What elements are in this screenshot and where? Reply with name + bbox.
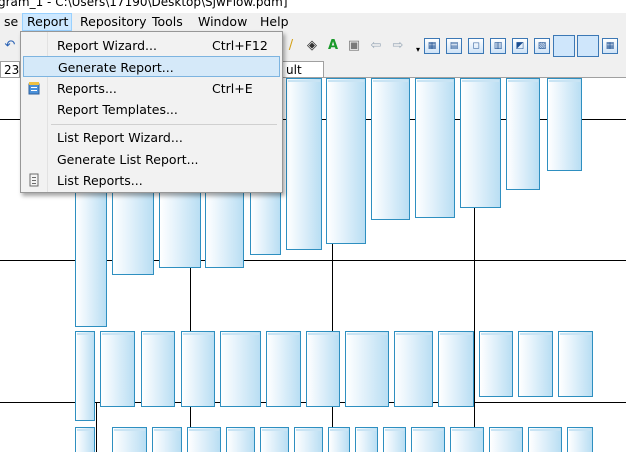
table-entity[interactable] — [479, 331, 513, 397]
text-icon[interactable]: A — [325, 38, 341, 54]
table-entity[interactable] — [411, 427, 445, 452]
table-entity[interactable] — [75, 331, 95, 421]
table-entity[interactable] — [226, 427, 255, 452]
table-entity[interactable] — [75, 427, 95, 452]
menu-item-list-report-wizard[interactable]: List Report Wizard... — [23, 127, 280, 148]
table-entity[interactable] — [547, 78, 582, 171]
table-entity[interactable] — [355, 427, 378, 452]
view9-icon[interactable]: ▦ — [602, 38, 618, 54]
table-entity[interactable] — [286, 78, 322, 250]
table-entity[interactable] — [489, 427, 523, 452]
view6-icon[interactable]: ▧ — [534, 38, 550, 54]
menu-item-list-reports[interactable]: List Reports... — [23, 170, 280, 191]
table-entity[interactable] — [558, 331, 593, 397]
view3-icon[interactable]: ◻ — [468, 38, 484, 54]
menu-item-label: Reports... — [57, 81, 117, 96]
menu-use[interactable]: se — [0, 13, 22, 31]
view8-icon[interactable] — [577, 35, 599, 57]
undo-icon[interactable]: ↶ — [2, 38, 18, 54]
menu-bar: se Report Repository Tools Window Help — [0, 13, 626, 31]
window-title: gram_1 - C:\Users\17190\Desktop\SjwFlow.… — [0, 0, 626, 13]
image-icon[interactable]: ▣ — [346, 38, 362, 54]
table-entity[interactable] — [220, 331, 261, 407]
menu-item-label: List Reports... — [57, 173, 143, 188]
table-entity[interactable] — [438, 331, 474, 407]
table-entity[interactable] — [460, 78, 501, 208]
menu-item-report-wizard[interactable]: Report Wizard... Ctrl+F12 — [23, 35, 280, 56]
forward-icon[interactable]: ⇨ — [390, 38, 406, 54]
table-entity[interactable] — [506, 78, 540, 190]
report-menu: Report Wizard... Ctrl+F12 Generate Repor… — [20, 31, 283, 193]
menu-item-label: Report Wizard... — [57, 38, 157, 53]
menu-item-shortcut: Ctrl+E — [212, 81, 253, 96]
menu-item-generate-report[interactable]: Generate Report... — [23, 56, 280, 77]
table-entity[interactable] — [266, 331, 301, 407]
view7-icon[interactable] — [553, 35, 575, 57]
table-entity[interactable] — [528, 427, 562, 452]
table-entity[interactable] — [415, 78, 455, 218]
table-entity[interactable] — [345, 331, 389, 407]
table-entity[interactable] — [294, 427, 323, 452]
table-entity[interactable] — [181, 331, 215, 407]
menu-item-report-templates[interactable]: Report Templates... — [23, 99, 280, 120]
menu-item-label: Generate List Report... — [57, 152, 199, 167]
menu-tools[interactable]: Tools — [148, 13, 187, 31]
menu-item-reports[interactable]: Reports... Ctrl+E — [23, 78, 280, 99]
table-entity[interactable] — [394, 331, 433, 407]
table-entity[interactable] — [371, 78, 410, 220]
menu-window[interactable]: Window — [194, 13, 251, 31]
table-entity[interactable] — [326, 78, 366, 244]
menu-item-label: Report Templates... — [57, 102, 178, 117]
menu-repository[interactable]: Repository — [76, 13, 150, 31]
view4-icon[interactable]: ▥ — [490, 38, 506, 54]
tool-icon[interactable]: / — [283, 38, 299, 54]
view2-icon[interactable]: ▤ — [446, 38, 462, 54]
view1-icon[interactable]: ▦ — [424, 38, 440, 54]
table-entity[interactable] — [567, 427, 593, 452]
table-entity[interactable] — [260, 427, 289, 452]
reports-icon — [27, 81, 41, 95]
table-entity[interactable] — [187, 427, 221, 452]
menu-item-label: List Report Wizard... — [57, 130, 183, 145]
table-entity[interactable] — [112, 427, 147, 452]
menu-item-label: Generate Report... — [58, 60, 174, 75]
table-entity[interactable] — [306, 331, 340, 407]
table-entity[interactable] — [450, 427, 484, 452]
menu-separator — [51, 124, 277, 125]
list-reports-icon — [27, 173, 41, 187]
window-title-text: gram_1 - C:\Users\17190\Desktop\SjwFlow.… — [0, 0, 288, 9]
back-icon[interactable]: ⇦ — [368, 38, 384, 54]
table-entity[interactable] — [518, 331, 553, 397]
view5-icon[interactable]: ◩ — [512, 38, 528, 54]
tab-result-list[interactable]: ult List — [282, 61, 324, 93]
paint-icon[interactable]: ◈ — [304, 38, 320, 54]
table-entity[interactable] — [100, 331, 135, 407]
grid-line — [96, 402, 97, 452]
menu-report[interactable]: Report — [22, 13, 72, 31]
table-entity[interactable] — [152, 427, 182, 452]
menu-help[interactable]: Help — [256, 13, 293, 31]
table-entity[interactable] — [141, 331, 175, 407]
table-entity[interactable] — [328, 427, 350, 452]
menu-item-shortcut: Ctrl+F12 — [212, 38, 268, 53]
menu-item-generate-list-report[interactable]: Generate List Report... — [23, 149, 280, 170]
table-entity[interactable] — [383, 427, 406, 452]
tab-diagram[interactable]: 23 — [0, 61, 20, 77]
